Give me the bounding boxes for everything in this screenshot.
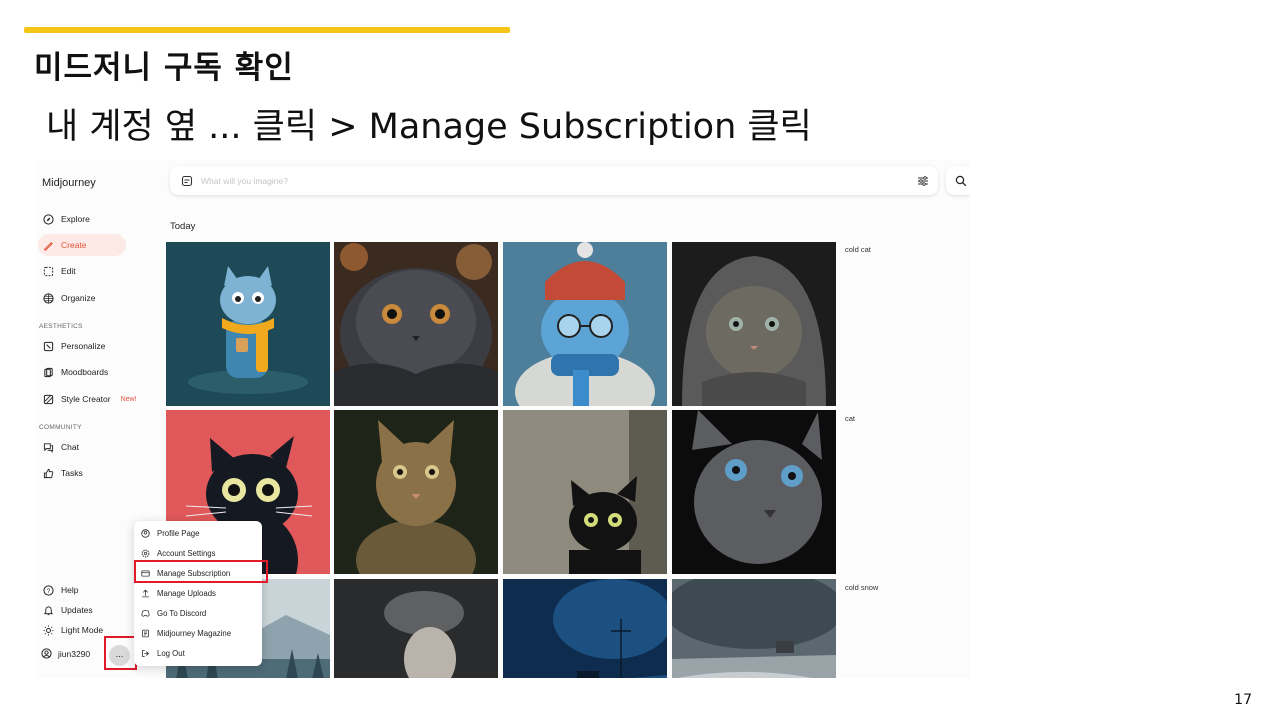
menu-label: Profile Page [157,528,200,538]
user-account[interactable]: jiun3290 [41,648,90,659]
account-menu: Profile Page Account Settings Manage Sub… [134,521,262,666]
bell-icon [43,605,54,615]
avatar-icon [41,648,52,659]
slide-subtitle: 내 계정 옆 ... 클릭 > Manage Subscription 클릭 [46,107,812,147]
nav-chat[interactable]: Chat [38,436,126,458]
help-icon: ? [43,584,54,596]
nav-label: Style Creator [61,394,111,404]
menu-label: Account Settings [157,548,216,558]
prompt-label[interactable]: cat [845,414,855,423]
nav-organize[interactable]: Organize [38,287,126,309]
brush-icon [43,241,53,251]
compass-icon [43,213,54,225]
personalize-icon [43,341,54,351]
nav-label: Create [61,240,87,250]
logout-icon [142,649,150,657]
menu-label: Go To Discord [157,608,207,618]
grid-icon [43,292,54,304]
nav-label: Light Mode [61,625,104,635]
search-icon [955,175,967,186]
nav-label: Help [61,585,79,595]
prompt-bar [170,166,938,195]
settings-sliders-icon[interactable] [917,175,929,187]
style-icon [43,394,54,404]
highlight-box-more [104,636,137,670]
username: jiun3290 [58,648,91,659]
accent-bar [24,27,510,33]
search-button[interactable] [946,166,970,195]
nav-label: Explore [61,214,90,224]
prompt-label[interactable]: cold cat [845,245,871,254]
nav-create[interactable]: Create [38,234,126,256]
nav-label: Organize [61,293,96,303]
prompt-label[interactable]: cold snow [845,583,878,592]
image-thumbnail[interactable] [672,410,836,574]
image-thumbnail[interactable] [334,410,498,574]
svg-text:?: ? [47,587,51,594]
magazine-icon [142,629,149,637]
nav-moodboards[interactable]: Moodboards [38,361,126,383]
midjourney-screenshot: Midjourney Explore Create Edit Organize … [36,160,970,678]
menu-item-midjourney-magazine[interactable]: Midjourney Magazine [141,623,231,643]
menu-item-profile-page[interactable]: Profile Page [141,523,199,543]
moodboard-icon [44,367,53,377]
image-thumbnail[interactable] [503,579,667,678]
menu-item-go-to-discord[interactable]: Go To Discord [141,603,206,623]
menu-label: Manage Uploads [157,588,216,598]
chat-icon [43,442,54,453]
nav-label: Chat [61,442,79,452]
thumbs-up-icon [43,468,54,478]
profile-icon [141,528,150,538]
image-prompt-icon[interactable] [181,175,193,187]
menu-label: Midjourney Magazine [157,628,232,638]
nav-label: Moodboards [61,367,109,377]
upload-icon [142,589,149,597]
section-community: COMMUNITY [39,424,82,431]
nav-label: Edit [61,266,76,276]
brand-logo[interactable]: Midjourney [42,177,96,189]
image-thumbnail[interactable] [166,242,330,406]
sun-icon [43,624,54,636]
image-thumbnail[interactable] [503,410,667,574]
edit-icon [43,266,54,276]
new-badge: New! [120,395,137,403]
nav-explore[interactable]: Explore [38,208,126,230]
prompt-input[interactable] [201,175,901,186]
nav-personalize[interactable]: Personalize [38,335,126,357]
section-aesthetics: AESTHETICS [39,323,83,330]
nav-edit[interactable]: Edit [38,260,126,282]
settings-icon [141,549,150,557]
menu-label: Log Out [157,648,185,658]
menu-item-log-out[interactable]: Log Out [141,643,185,663]
image-thumbnail[interactable] [334,242,498,406]
nav-help[interactable]: ? Help [38,579,126,601]
nav-label: Tasks [61,468,83,478]
image-thumbnail[interactable] [503,242,667,406]
nav-label: Updates [61,605,93,615]
nav-updates[interactable]: Updates [38,599,126,621]
menu-item-manage-uploads[interactable]: Manage Uploads [141,583,216,603]
image-thumbnail[interactable] [672,579,836,678]
discord-icon [141,609,150,617]
nav-tasks[interactable]: Tasks [38,462,126,484]
nav-label: Personalize [61,341,106,351]
date-heading: Today [170,221,196,232]
nav-style-creator[interactable]: Style Creator New! [38,388,148,410]
slide-title: 미드저니 구독 확인 [34,50,294,86]
image-thumbnail[interactable] [334,579,498,678]
page-number: 17 [1234,692,1252,708]
highlight-box-subscription [134,560,268,583]
image-thumbnail[interactable] [672,242,836,406]
